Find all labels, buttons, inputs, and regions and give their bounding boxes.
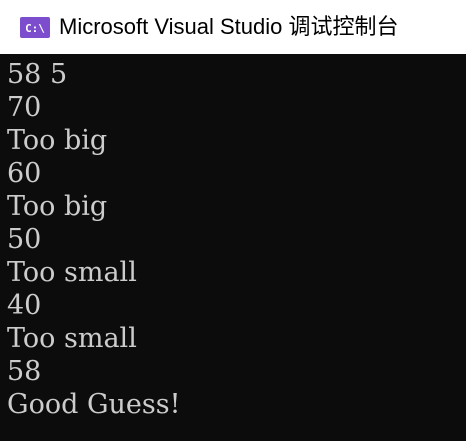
visual-studio-console-icon: C:\: [20, 16, 50, 38]
console-line: 50: [7, 224, 42, 255]
console-line: 70: [7, 92, 42, 123]
console-line: Too small: [7, 323, 137, 354]
window-title: Microsoft Visual Studio 调试控制台: [59, 14, 399, 39]
console-line: Good Guess!: [7, 389, 181, 420]
title-bar[interactable]: C:\ Microsoft Visual Studio 调试控制台: [0, 0, 466, 54]
console-line: 60: [7, 158, 42, 189]
console-line: 58 5: [7, 59, 68, 90]
console-line: 58: [7, 356, 42, 387]
console-line: Too big: [7, 125, 108, 156]
svg-text:C:\: C:\: [25, 22, 45, 35]
console-line: Too big: [7, 191, 108, 222]
console-output[interactable]: 58 5 70 Too big 60 Too big 50 Too small …: [0, 54, 466, 441]
console-line: 40: [7, 290, 42, 321]
console-line: Too small: [7, 257, 137, 288]
console-window: C:\ Microsoft Visual Studio 调试控制台 58 5 7…: [0, 0, 466, 441]
